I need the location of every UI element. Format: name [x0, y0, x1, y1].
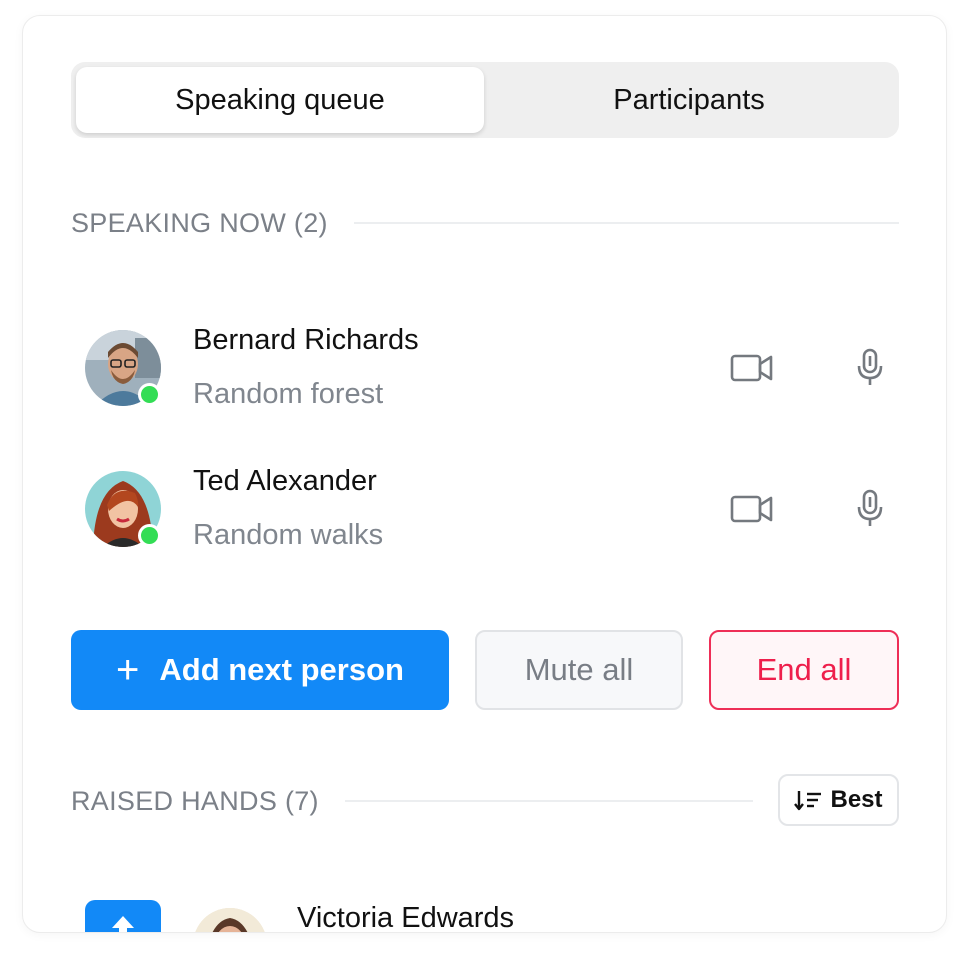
end-all-button[interactable]: End all [709, 630, 899, 710]
view-tabs: Speaking queue Participants [71, 62, 899, 138]
arrow-up-icon [112, 916, 134, 932]
raised-hand-row: Victoria Edwards [85, 900, 885, 933]
avatar [193, 908, 267, 932]
avatar [85, 471, 161, 547]
sort-descending-icon [794, 791, 822, 811]
microphone-icon[interactable] [847, 487, 893, 531]
online-status-indicator [138, 383, 161, 406]
video-camera-icon[interactable] [729, 346, 775, 390]
speaking-now-title: SPEAKING NOW (2) [71, 207, 328, 238]
mute-all-button[interactable]: Mute all [475, 630, 683, 710]
speaker-row: Bernard Richards Random forest [85, 324, 885, 414]
tab-speaking-queue[interactable]: Speaking queue [76, 67, 484, 133]
speaker-topic: Random walks [193, 519, 384, 551]
raised-hands-header: RAISED HANDS (7) [71, 781, 753, 821]
speaker-topic: Random forest [193, 378, 384, 410]
tab-participants[interactable]: Participants [484, 67, 894, 133]
upvote-button[interactable] [85, 900, 161, 932]
add-next-person-button[interactable]: + Add next person [71, 630, 449, 710]
add-next-person-label: Add next person [159, 652, 404, 687]
divider [344, 800, 753, 802]
divider [353, 222, 899, 224]
speaker-row: Ted Alexander Random walks [85, 465, 885, 555]
speaking-queue-panel: Speaking queue Participants SPEAKING NOW… [22, 15, 947, 933]
sort-label: Best [830, 786, 883, 813]
avatar [85, 330, 161, 406]
avatar-image [193, 908, 267, 932]
remove-hand-icon[interactable] [821, 928, 861, 932]
speaker-name: Ted Alexander [193, 465, 377, 497]
sort-button[interactable]: Best [778, 774, 899, 826]
microphone-icon[interactable] [847, 346, 893, 390]
participant-name: Victoria Edwards [297, 902, 515, 933]
speaking-now-header: SPEAKING NOW (2) [71, 203, 899, 243]
video-camera-icon[interactable] [729, 487, 775, 531]
online-status-indicator [138, 524, 161, 547]
raised-hands-title: RAISED HANDS (7) [71, 785, 319, 816]
plus-icon: + [116, 648, 140, 692]
speaker-name: Bernard Richards [193, 324, 419, 356]
